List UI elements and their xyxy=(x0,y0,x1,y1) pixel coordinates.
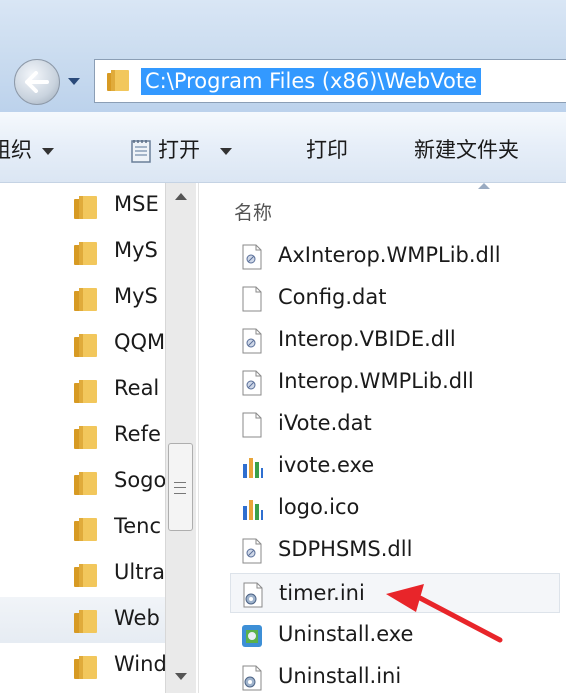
command-bar: 组织 打开 打印 新建文件夹 xyxy=(0,112,566,183)
open-label: 打开 xyxy=(158,138,200,162)
chevron-down-icon xyxy=(42,147,54,155)
chevron-down-icon[interactable] xyxy=(220,147,232,155)
file-name: Uninstall.ini xyxy=(278,664,402,688)
folder-icon xyxy=(74,288,97,311)
new-folder-button[interactable]: 新建文件夹 xyxy=(414,134,519,164)
folder-icon xyxy=(74,518,97,541)
file-row[interactable]: Interop.WMPLib.dll xyxy=(230,362,560,402)
title-bar: C:\Program Files (x86)\WebVote xyxy=(0,0,566,112)
nav-folder-item-selected[interactable]: Web xyxy=(0,597,165,643)
folder-icon xyxy=(107,70,129,91)
folder-icon xyxy=(74,196,97,219)
ini-settings-icon xyxy=(242,665,262,691)
open-button[interactable]: 打开 xyxy=(130,134,232,164)
folder-icon xyxy=(74,656,97,679)
nav-folder-label: MyS xyxy=(114,238,158,262)
file-name: SDPHSMS.dll xyxy=(278,537,413,561)
file-row[interactable]: ivote.exe xyxy=(230,446,560,486)
new-folder-label: 新建文件夹 xyxy=(414,138,519,162)
nav-folder-item[interactable]: Real xyxy=(0,367,165,413)
folder-icon xyxy=(74,564,97,587)
scroll-up-icon[interactable] xyxy=(175,193,187,200)
file-name: AxInterop.WMPLib.dll xyxy=(278,243,501,267)
nav-folder-item[interactable]: MSE xyxy=(0,183,165,229)
nav-folder-label: Sogo xyxy=(114,468,165,492)
address-path[interactable]: C:\Program Files (x86)\WebVote xyxy=(141,68,481,95)
folder-icon xyxy=(74,242,97,265)
dll-icon xyxy=(242,538,262,564)
blank-file-icon xyxy=(242,286,262,312)
nav-folder-label: Wind xyxy=(114,652,165,676)
file-name: Config.dat xyxy=(278,285,387,309)
nav-folder-label: Tenc xyxy=(114,514,162,538)
nav-folder-label: Ultra xyxy=(114,560,165,584)
nav-folder-item[interactable]: Sogo xyxy=(0,459,165,505)
folder-icon xyxy=(74,334,97,357)
nav-folder-label: QQM xyxy=(114,330,165,354)
organize-menu[interactable]: 组织 xyxy=(0,134,54,164)
nav-folder-item[interactable]: QQM xyxy=(0,321,165,367)
folder-icon xyxy=(74,426,97,449)
print-button[interactable]: 打印 xyxy=(306,134,348,164)
scrollbar-thumb[interactable] xyxy=(168,443,193,531)
file-row[interactable]: iVote.dat xyxy=(230,404,560,444)
chart-exe-icon xyxy=(243,458,263,478)
nav-folder-item[interactable]: Refe xyxy=(0,413,165,459)
file-name: Interop.WMPLib.dll xyxy=(278,369,474,393)
nav-folder-label: MyS xyxy=(114,284,158,308)
scroll-down-icon[interactable] xyxy=(175,673,187,680)
nav-folder-item[interactable]: Wind xyxy=(0,643,165,689)
file-name: timer.ini xyxy=(279,581,365,605)
dll-icon xyxy=(242,328,262,354)
file-name: Interop.VBIDE.dll xyxy=(278,327,456,351)
column-header-name[interactable]: 名称 xyxy=(234,198,272,225)
dll-icon xyxy=(242,370,262,396)
folder-icon xyxy=(74,610,97,633)
file-row[interactable]: Interop.VBIDE.dll xyxy=(230,320,560,360)
nav-scrollbar[interactable] xyxy=(165,183,196,693)
nav-folder-item[interactable]: Ultra xyxy=(0,551,165,597)
nav-folder-item[interactable]: Tenc xyxy=(0,505,165,551)
notepad-icon xyxy=(131,140,151,163)
history-dropdown-icon[interactable] xyxy=(66,74,82,88)
ini-settings-icon xyxy=(243,582,263,608)
file-name: ivote.exe xyxy=(278,453,375,477)
file-row[interactable]: AxInterop.WMPLib.dll xyxy=(230,236,560,276)
folder-icon xyxy=(74,380,97,403)
file-name: iVote.dat xyxy=(278,411,372,435)
folder-icon xyxy=(74,472,97,495)
back-button[interactable] xyxy=(14,59,60,105)
uninstall-exe-icon xyxy=(242,625,262,647)
pane-divider[interactable] xyxy=(198,183,199,693)
file-name: logo.ico xyxy=(278,495,360,519)
print-label: 打印 xyxy=(306,138,348,162)
back-arrow-icon xyxy=(25,71,49,93)
nav-folder-item[interactable]: MyS xyxy=(0,229,165,275)
file-row[interactable]: Uninstall.ini xyxy=(230,657,560,697)
organize-label: 组织 xyxy=(0,138,32,162)
nav-folder-label: Web xyxy=(114,606,160,630)
file-row[interactable]: Config.dat xyxy=(230,278,560,318)
chart-exe-icon xyxy=(243,500,263,520)
nav-folder-label: MSE xyxy=(114,192,159,216)
annotation-arrow-icon xyxy=(386,584,503,643)
sort-ascending-icon xyxy=(478,183,490,189)
nav-folder-label: Refe xyxy=(114,422,161,446)
grip-icon xyxy=(174,482,186,494)
nav-folder-item[interactable]: MyS xyxy=(0,275,165,321)
file-row[interactable]: SDPHSMS.dll xyxy=(230,530,560,570)
blank-file-icon xyxy=(242,412,262,438)
dll-icon xyxy=(242,244,262,270)
file-row[interactable]: logo.ico xyxy=(230,488,560,528)
nav-folder-label: Real xyxy=(114,376,160,400)
address-bar[interactable]: C:\Program Files (x86)\WebVote xyxy=(94,59,566,103)
